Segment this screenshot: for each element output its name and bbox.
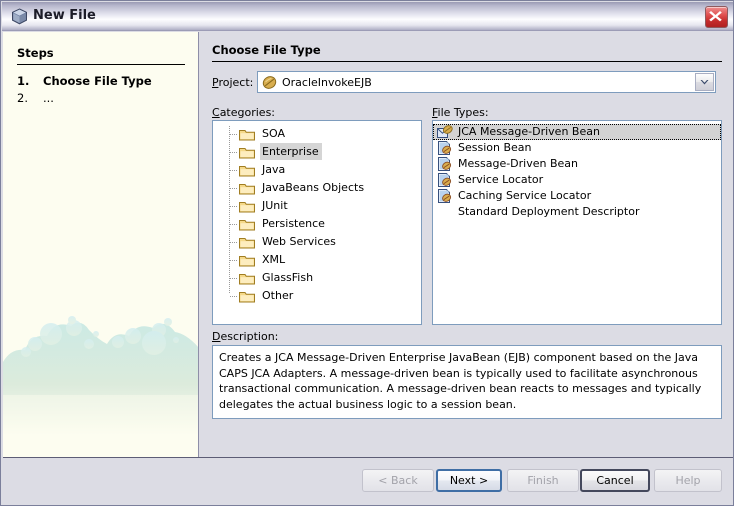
category-label: Enterprise [260,143,322,160]
step-number: 2. [17,91,28,105]
help-button[interactable]: Help [654,469,722,492]
folder-icon [239,290,255,303]
file-type-label: JCA Message-Driven Bean [458,125,600,138]
tree-elbow [230,260,238,261]
file-type-label: Caching Service Locator [458,189,592,202]
chevron-down-icon[interactable] [695,73,714,91]
tree-elbow [230,296,238,297]
tree-elbow [230,224,238,225]
folder-icon [239,164,255,177]
category-row[interactable]: JUnit [213,197,421,215]
category-row[interactable]: JavaBeans Objects [213,179,421,197]
step-label: Choose File Type [43,74,152,88]
file-types-list[interactable]: JCA Message-Driven Bean Session Bean Mes… [432,120,722,325]
project-value: OracleInvokeEJB [282,76,372,89]
category-row[interactable]: Persistence [213,215,421,233]
next-button[interactable]: Next > [436,469,502,492]
cancel-button[interactable]: Cancel [580,469,650,492]
project-label: Project: [212,76,254,89]
category-row[interactable]: SOA [213,125,421,143]
folder-icon [239,146,255,159]
bean-document-icon [437,173,453,187]
category-label: XML [262,253,286,266]
tree-elbow [230,170,238,171]
description-label: Description: [212,330,279,343]
description-text: Creates a JCA Message-Driven Enterprise … [212,345,722,419]
step-label: ... [43,91,54,105]
tree-elbow [230,134,238,135]
file-type-label: Service Locator [458,173,544,186]
tree-elbow [230,152,238,153]
steps-panel: Steps 1. Choose File Type 2.... [3,32,199,457]
window-title: New File [33,8,96,23]
category-label: Persistence [262,217,325,230]
file-type-row[interactable]: Session Bean [433,140,721,156]
step-number: 1. [17,74,30,88]
category-row[interactable]: Web Services [213,233,421,251]
tree-elbow [230,242,238,243]
category-label: JavaBeans Objects [262,181,365,194]
file-types-label: File Types: [432,106,489,119]
page-title-divider [212,61,722,62]
category-row[interactable]: Java [213,161,421,179]
step-item-2: 2.... [17,91,54,105]
category-label: Other [262,289,294,302]
finish-button[interactable]: Finish [507,469,579,492]
category-label: Web Services [262,235,336,248]
category-label: JUnit [262,199,288,212]
folder-icon [239,272,255,285]
category-row[interactable]: XML [213,251,421,269]
categories-list[interactable]: SOA Enterprise Java JavaBeans Objects JU… [212,120,422,325]
category-row-selected[interactable]: Enterprise [213,143,421,161]
file-type-label: Message-Driven Bean [458,157,579,170]
cube-icon [11,8,28,25]
file-type-row-selected[interactable]: JCA Message-Driven Bean [433,124,721,140]
bean-document-icon [437,157,453,171]
file-type-row[interactable]: Caching Service Locator [433,188,721,204]
file-type-row[interactable]: Standard Deployment Descriptor [433,204,721,220]
steps-divider [17,64,185,65]
steps-heading: Steps [17,46,54,60]
footer-button-bar: < Back Next > Finish Cancel Help [3,458,733,504]
bean-document-icon [437,189,453,203]
project-combobox[interactable]: OracleInvokeEJB [257,71,716,93]
tree-elbow [230,188,238,189]
category-row[interactable]: GlassFish [213,269,421,287]
title-bar: New File [2,2,733,31]
coffee-bean-icon [262,75,277,90]
folder-icon [239,254,255,267]
close-icon[interactable] [705,6,728,28]
folder-icon [239,236,255,249]
file-type-label: Standard Deployment Descriptor [458,205,640,218]
bean-document-icon [437,141,453,155]
tree-elbow [230,206,238,207]
folder-icon [239,182,255,195]
category-label: Java [262,163,286,176]
file-type-label: Session Bean [458,141,532,154]
step-item-1: 1. Choose File Type [17,74,152,88]
envelope-bean-icon [437,125,453,139]
back-button[interactable]: < Back [362,469,434,492]
categories-label: Categories: [212,106,276,119]
category-row[interactable]: Other [213,287,421,305]
folder-icon [239,128,255,141]
content-panel: Choose File Type Project: OracleInvokeEJ… [200,32,733,457]
category-label: SOA [262,127,285,140]
folder-icon [239,200,255,213]
folder-icon [239,218,255,231]
file-type-row[interactable]: Service Locator [433,172,721,188]
category-label: GlassFish [262,271,314,284]
tree-elbow [230,278,238,279]
new-file-dialog: New File Steps 1. Choose File Type 2. ..… [0,0,734,506]
decorative-bubbles-graphic [3,316,198,435]
page-title: Choose File Type [212,43,321,57]
file-type-row[interactable]: Message-Driven Bean [433,156,721,172]
